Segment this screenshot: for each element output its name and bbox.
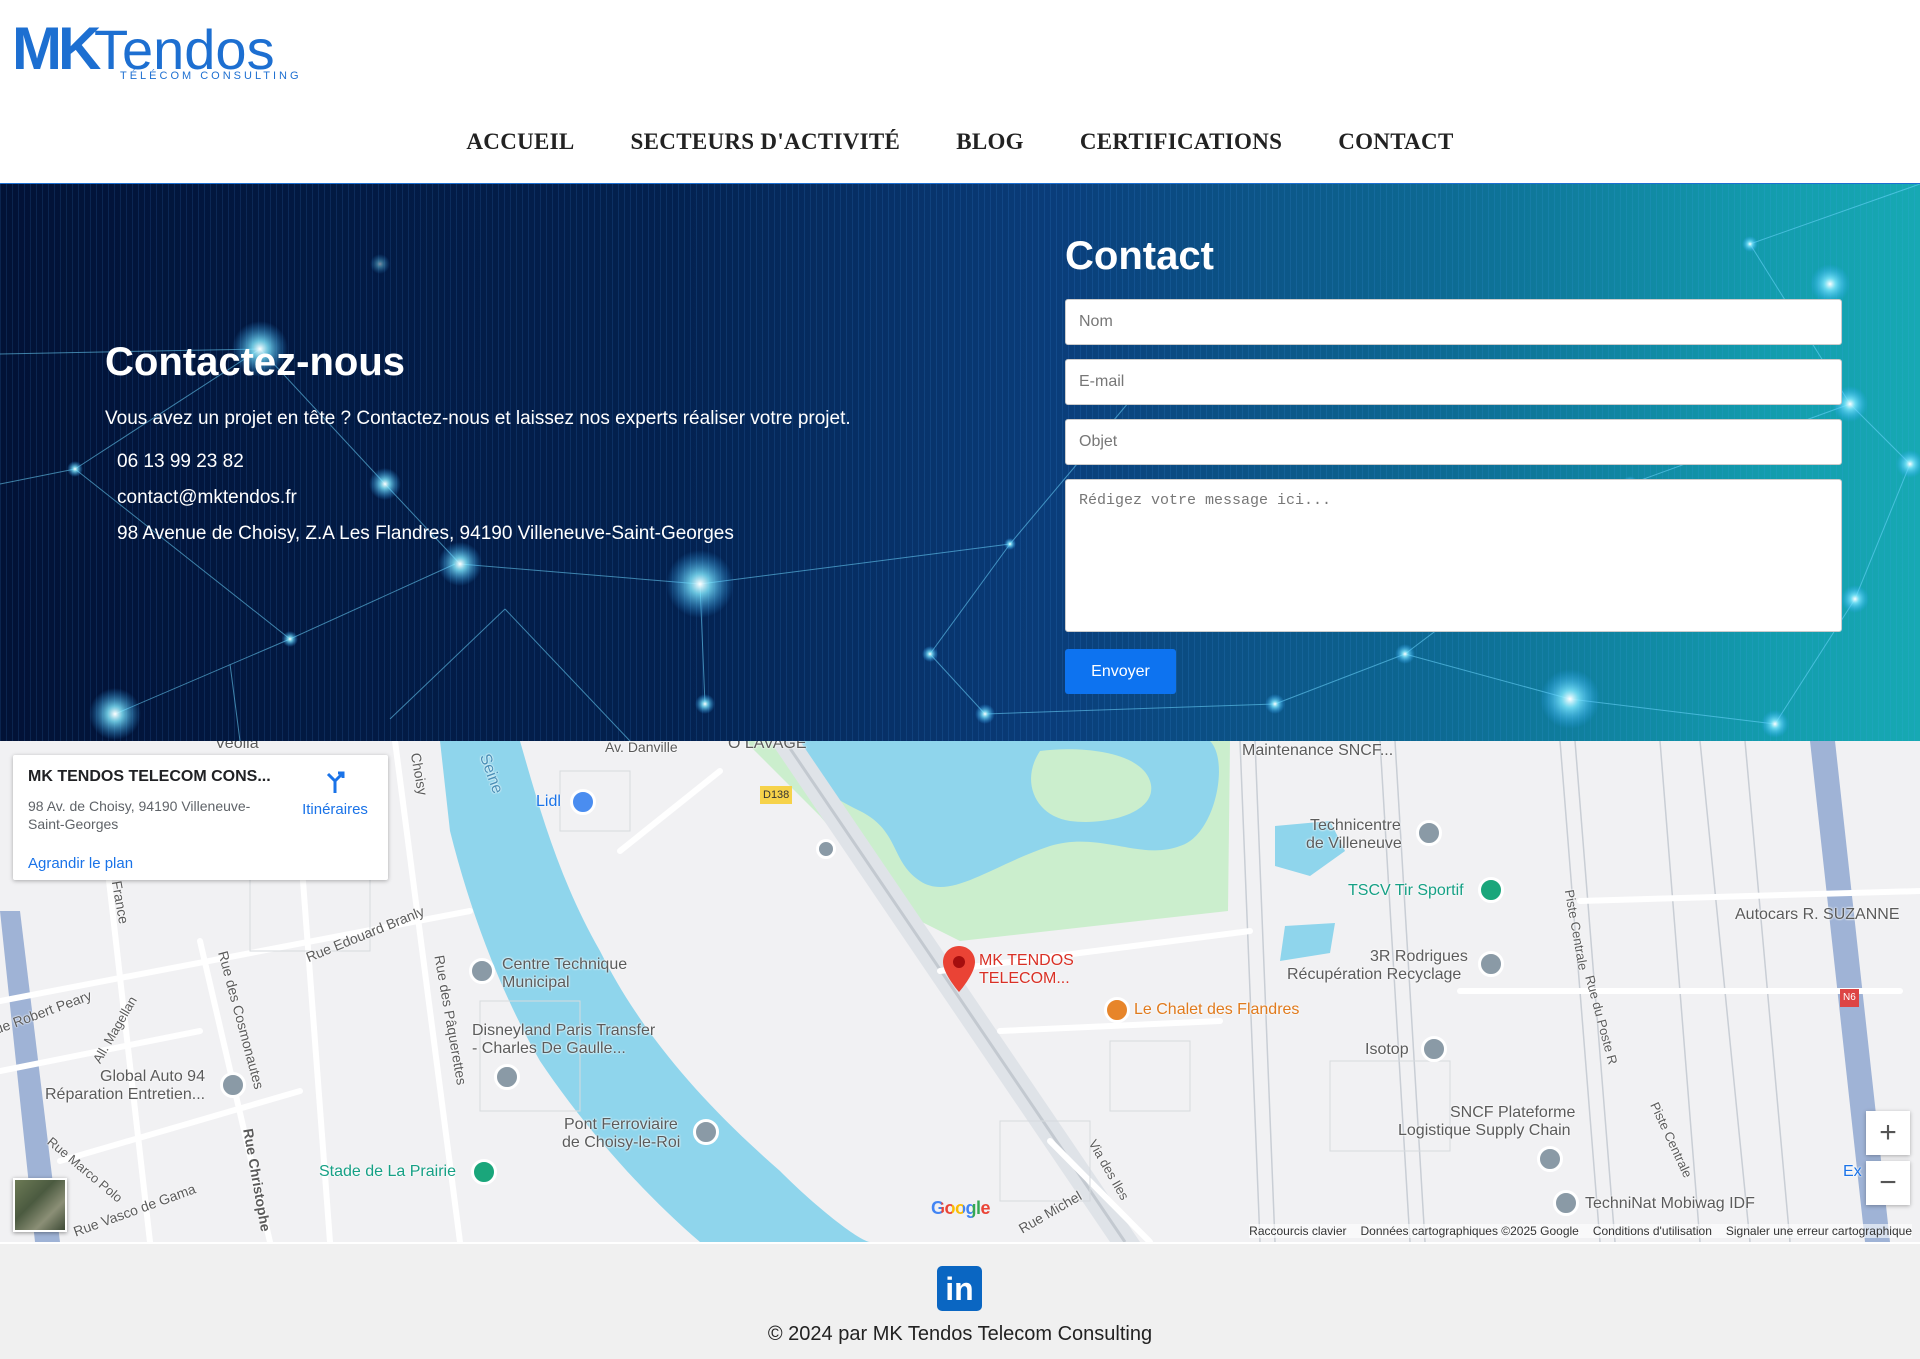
- label-technicentre-1: Technicentre: [1310, 817, 1401, 834]
- satellite-toggle[interactable]: [13, 1178, 67, 1232]
- enlarge-map-link[interactable]: Agrandir le plan: [28, 855, 133, 872]
- copyright-text: © 2024 par MK Tendos Telecom Consulting: [767, 1323, 1153, 1345]
- pont-icon[interactable]: [693, 1119, 719, 1145]
- terms-link[interactable]: Conditions d'utilisation: [1593, 1224, 1712, 1238]
- nav-accueil[interactable]: ACCUEIL: [466, 126, 574, 162]
- nav-contact[interactable]: CONTACT: [1338, 126, 1453, 162]
- label-o-lavage: O LAVAGE: [728, 741, 807, 752]
- rodrigues-icon[interactable]: [1478, 951, 1504, 977]
- place-address: 98 Av. de Choisy, 94190 Villeneuve-Saint…: [28, 798, 251, 832]
- sncf-icon[interactable]: [1537, 1146, 1563, 1172]
- zoom-out-button[interactable]: −: [1866, 1161, 1910, 1205]
- techninat-icon[interactable]: [1553, 1190, 1579, 1216]
- form-title: Contact: [1065, 234, 1214, 278]
- lidl-icon[interactable]: [570, 789, 596, 815]
- contact-email[interactable]: contact@mktendos.fr: [117, 480, 865, 516]
- label-prairie: Stade de La Prairie: [319, 1163, 456, 1180]
- technicentre-icon[interactable]: [1416, 820, 1442, 846]
- place-title: MK TENDOS TELECOM CONS...: [28, 768, 271, 785]
- label-global-1: Global Auto 94: [100, 1068, 205, 1085]
- label-autocars: Autocars R. SUZANNE: [1735, 906, 1900, 923]
- site-logo[interactable]: MK Tendos TÉLÉCOM CONSULTING: [12, 14, 342, 86]
- nav-blog[interactable]: BLOG: [956, 126, 1024, 162]
- directions-button[interactable]: Itinéraires: [295, 769, 375, 818]
- isotop-icon[interactable]: [1421, 1036, 1447, 1062]
- contact-form: Contact Envoyer: [1065, 234, 1842, 694]
- contact-address: 98 Avenue de Choisy, Z.A Les Flandres, 9…: [117, 523, 734, 544]
- email-input[interactable]: [1065, 359, 1842, 405]
- nav-secteurs[interactable]: SECTEURS D'ACTIVITÉ: [631, 126, 901, 162]
- label-sncf-1: SNCF Plateforme: [1450, 1104, 1576, 1121]
- directions-icon: [326, 771, 345, 793]
- label-d138: D138: [760, 786, 793, 804]
- contact-hero: Contactez-nous Vous avez un projet en tê…: [0, 184, 1920, 741]
- label-mk-pin-1: MK TENDOS: [979, 952, 1074, 969]
- label-disneyland-2: - Charles De Gaulle...: [472, 1040, 626, 1057]
- label-centre-tech-2: Municipal: [502, 974, 570, 991]
- label-technicentre-2: de Villeneuve: [1306, 835, 1402, 852]
- label-av-danville: Av. Danville: [605, 741, 678, 755]
- label-pont-2: de Choisy-le-Roi: [562, 1134, 681, 1151]
- label-centre-tech-1: Centre Technique: [502, 956, 628, 973]
- hero-description: Vous avez un projet en tête ? Contactez-…: [105, 408, 851, 429]
- global-auto-icon[interactable]: [220, 1072, 246, 1098]
- label-chalet: Le Chalet des Flandres: [1134, 1001, 1300, 1018]
- contact-phone[interactable]: 06 13 99 23 82: [117, 444, 865, 480]
- disneyland-icon[interactable]: [494, 1064, 520, 1090]
- label-pont-1: Pont Ferroviaire: [564, 1116, 678, 1133]
- bus-stop-icon[interactable]: [816, 839, 836, 859]
- label-techninat: TechniNat Mobiwag IDF: [1585, 1195, 1755, 1212]
- label-sncf-2: Logistique Supply Chain: [1398, 1122, 1571, 1139]
- tscv-icon[interactable]: [1478, 877, 1504, 903]
- name-input[interactable]: [1065, 299, 1842, 345]
- directions-label: Itinéraires: [302, 801, 368, 818]
- subject-input[interactable]: [1065, 419, 1842, 465]
- site-header: MK Tendos TÉLÉCOM CONSULTING ACCUEIL SEC…: [0, 0, 1920, 185]
- hero-title: Contactez-nous: [105, 340, 405, 384]
- main-nav: ACCUEIL SECTEURS D'ACTIVITÉ BLOG CERTIFI…: [0, 126, 1920, 162]
- place-card: MK TENDOS TELECOM CONS... 98 Av. de Choi…: [13, 755, 388, 880]
- restaurant-icon[interactable]: [1104, 997, 1130, 1023]
- label-maintenance: Maintenance SNCF...: [1242, 742, 1394, 759]
- google-logo-text: Google: [931, 1198, 991, 1218]
- message-textarea[interactable]: [1065, 479, 1842, 632]
- label-n6: N6: [1840, 989, 1859, 1007]
- label-global-2: Réparation Entretien...: [45, 1086, 206, 1103]
- map-data-text: Données cartographiques ©2025 Google: [1360, 1224, 1579, 1238]
- submit-button[interactable]: Envoyer: [1065, 649, 1176, 694]
- label-ex: Ex: [1843, 1163, 1862, 1180]
- label-rodrigues-2: Récupération Recyclage: [1287, 966, 1462, 983]
- label-veolia: Veolia: [215, 741, 259, 752]
- map-attribution: Raccourcis clavier Données cartographiqu…: [1249, 1224, 1912, 1238]
- site-footer: in © 2024 par MK Tendos Telecom Consulti…: [0, 1244, 1920, 1359]
- label-disneyland-1: Disneyland Paris Transfer: [472, 1022, 656, 1039]
- google-logo: Google: [931, 1198, 991, 1219]
- linkedin-icon[interactable]: in: [937, 1266, 982, 1311]
- keyboard-shortcuts-link[interactable]: Raccourcis clavier: [1249, 1224, 1346, 1238]
- centre-tech-icon[interactable]: [469, 958, 495, 984]
- contact-intro: Contactez-nous Vous avez un projet en tê…: [105, 340, 865, 552]
- label-lidl: Lidl: [536, 793, 561, 810]
- logo-tagline: TÉLÉCOM CONSULTING: [120, 69, 302, 82]
- prairie-icon[interactable]: [471, 1159, 497, 1185]
- label-rodrigues-1: 3R Rodrigues: [1370, 948, 1468, 965]
- label-tscv: TSCV Tir Sportif: [1348, 882, 1464, 899]
- logo-mk: MK: [12, 15, 101, 82]
- nav-certifications[interactable]: CERTIFICATIONS: [1080, 126, 1282, 162]
- location-pin-icon[interactable]: [943, 946, 975, 992]
- label-isotop: Isotop: [1365, 1041, 1409, 1058]
- google-map[interactable]: Veolia Av. Danville O LAVAGE Maintenance…: [0, 741, 1920, 1242]
- label-mk-pin-2: TELECOM...: [979, 970, 1070, 987]
- zoom-in-button[interactable]: +: [1866, 1111, 1910, 1155]
- report-error-link[interactable]: Signaler une erreur cartographique: [1726, 1224, 1912, 1238]
